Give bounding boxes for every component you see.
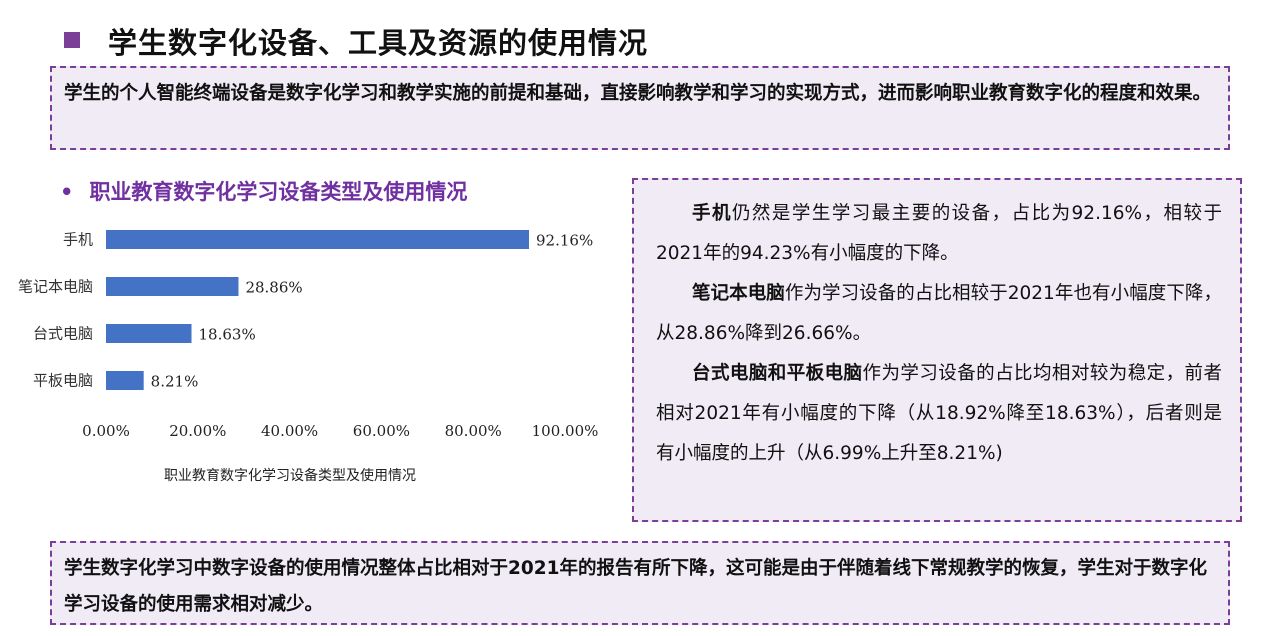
value-label: 92.16% (536, 232, 593, 250)
category-label: 平板电脑 (33, 372, 93, 390)
x-tick-label: 20.00% (169, 422, 226, 440)
category-label: 手机 (63, 231, 93, 249)
section-heading: • 职业教育数字化学习设备类型及使用情况 (60, 176, 467, 206)
x-tick-label: 0.00% (82, 422, 130, 440)
x-tick-label: 60.00% (353, 422, 410, 440)
intro-box: 学生的个人智能终端设备是数字化学习和教学实施的前提和基础，直接影响教学和学习的实… (50, 66, 1230, 150)
value-label: 28.86% (245, 279, 302, 297)
value-label: 8.21% (151, 373, 199, 391)
analysis-paragraph-desktop-tablet: 台式电脑和平板电脑作为学习设备的占比均相对较为稳定，前者相对2021年有小幅度的… (656, 354, 1222, 474)
section-heading-text: 职业教育数字化学习设备类型及使用情况 (89, 180, 468, 204)
device-usage-chart: 手机 92.16% 笔记本电脑 28.86% 台式电脑 18.63% 平板电脑 8.21% 0.… (18, 230, 599, 440)
x-tick-label: 100.00% (532, 422, 599, 440)
category-label: 台式电脑 (33, 325, 93, 343)
analysis-term-desktop-tablet: 台式电脑和平板电脑 (692, 363, 863, 384)
category-label: 笔记本电脑 (18, 278, 93, 296)
conclusion-box: 学生数字化学习中数字设备的使用情况整体占比相对于2021年的报告有所下降，这可能… (50, 541, 1230, 625)
analysis-term-laptop: 笔记本电脑 (692, 283, 785, 304)
x-tick-label: 40.00% (261, 422, 318, 440)
bar (106, 324, 192, 343)
analysis-term-phone: 手机 (692, 203, 732, 224)
value-label: 18.63% (199, 326, 256, 344)
title-bullet (64, 32, 80, 48)
x-tick-label: 80.00% (445, 422, 502, 440)
analysis-paragraph-phone: 手机仍然是学生学习最主要的设备，占比为92.16%，相较于2021年的94.23… (656, 194, 1222, 274)
chart-caption: 职业教育数字化学习设备类型及使用情况 (164, 468, 416, 484)
analysis-paragraph-laptop: 笔记本电脑作为学习设备的占比相较于2021年也有小幅度下降，从28.86%降到2… (656, 274, 1222, 354)
bar (106, 277, 239, 296)
intro-text: 学生的个人智能终端设备是数字化学习和教学实施的前提和基础，直接影响教学和学习的实… (64, 83, 1212, 104)
conclusion-text: 学生数字化学习中数字设备的使用情况整体占比相对于2021年的报告有所下降，这可能… (64, 558, 1207, 615)
bar (106, 371, 144, 390)
bar (106, 230, 530, 249)
analysis-box: 手机仍然是学生学习最主要的设备，占比为92.16%，相较于2021年的94.23… (632, 178, 1242, 522)
analysis-text-phone: 仍然是学生学习最主要的设备，占比为92.16%，相较于2021年的94.23%有… (656, 203, 1222, 264)
bullet-dot-icon: • (60, 180, 74, 204)
page-title: 学生数字化设备、工具及资源的使用情况 (108, 26, 649, 60)
